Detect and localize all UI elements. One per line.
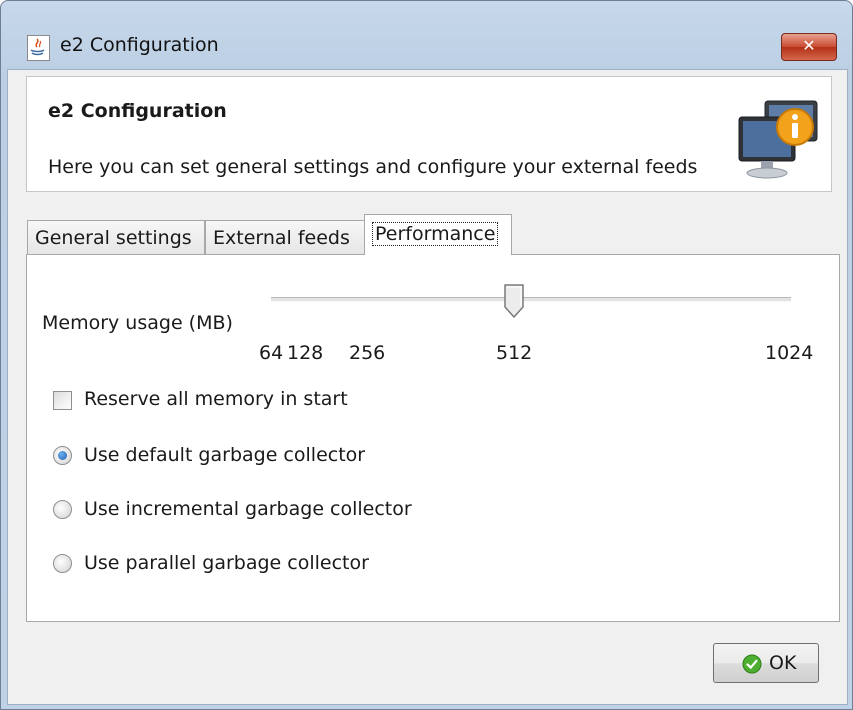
gc-default-radio[interactable] xyxy=(53,446,72,465)
tab-general-settings-label: General settings xyxy=(35,227,192,249)
header-description: Here you can set general settings and co… xyxy=(48,156,698,178)
dialog-header: e2 Configuration Here you can set genera… xyxy=(26,76,832,192)
gc-parallel-label[interactable]: Use parallel garbage collector xyxy=(84,552,369,574)
tab-performance[interactable]: Performance xyxy=(364,214,512,255)
slider-tick-label: 512 xyxy=(496,342,533,364)
slider-tick-label: 64 xyxy=(259,342,284,364)
java-app-icon xyxy=(27,35,50,61)
close-button[interactable]: ✕ xyxy=(781,33,837,61)
ok-button-label: OK xyxy=(769,652,797,674)
gc-default-label[interactable]: Use default garbage collector xyxy=(84,444,365,466)
slider-tick-label: 128 xyxy=(287,342,324,364)
slider-tick-label: 256 xyxy=(349,342,386,364)
memory-slider-thumb[interactable] xyxy=(503,283,525,319)
memory-slider-track[interactable] xyxy=(271,297,791,302)
tab-general-settings[interactable]: General settings xyxy=(27,220,205,254)
check-circle-icon xyxy=(742,654,762,674)
tab-external-feeds-label: External feeds xyxy=(213,227,350,249)
gc-parallel-radio[interactable] xyxy=(53,554,72,573)
tab-performance-label: Performance xyxy=(372,222,499,246)
gc-incremental-radio[interactable] xyxy=(53,500,72,519)
monitor-info-icon xyxy=(735,97,821,183)
slider-tick-label: 1024 xyxy=(765,342,814,364)
reserve-memory-label[interactable]: Reserve all memory in start xyxy=(84,388,348,410)
ok-button[interactable]: OK xyxy=(713,643,819,683)
gc-incremental-label[interactable]: Use incremental garbage collector xyxy=(84,498,412,520)
window-title: e2 Configuration xyxy=(60,34,219,56)
header-title: e2 Configuration xyxy=(48,100,227,122)
memory-usage-label: Memory usage (MB) xyxy=(42,312,233,334)
tab-external-feeds[interactable]: External feeds xyxy=(205,220,365,254)
reserve-memory-checkbox[interactable] xyxy=(53,391,72,410)
